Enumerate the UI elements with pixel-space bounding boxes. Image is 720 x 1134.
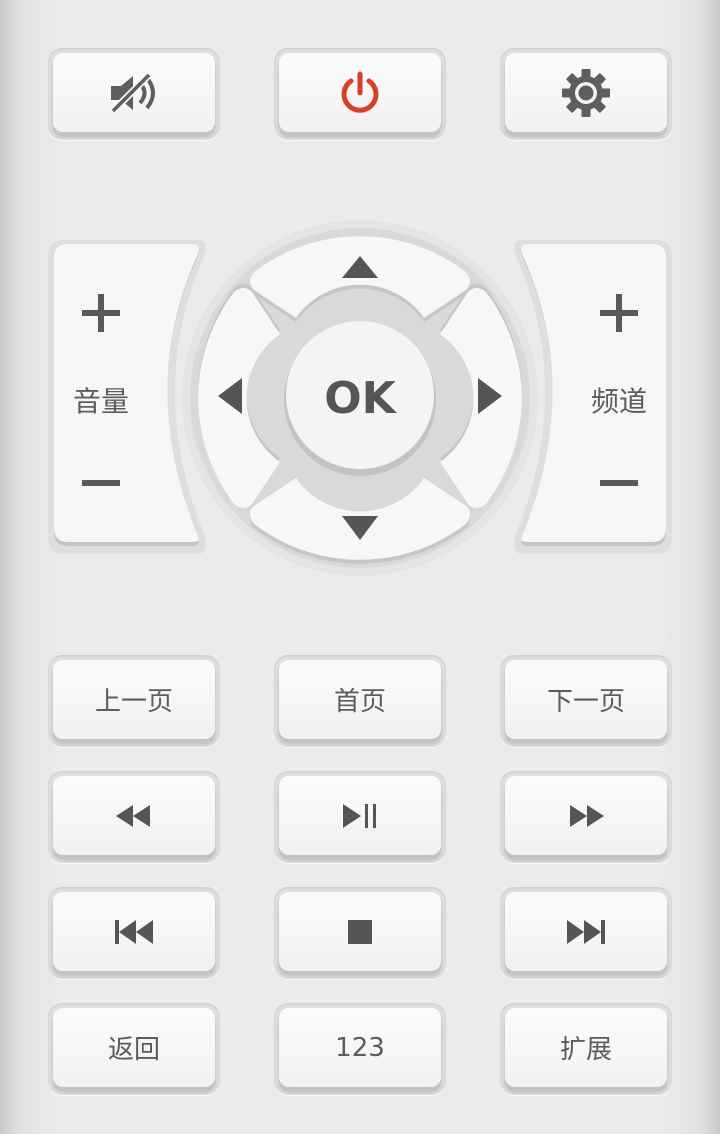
settings-button[interactable] <box>505 53 667 132</box>
plus-icon <box>599 293 639 333</box>
stop-button[interactable] <box>279 892 441 971</box>
numbers-well: 123 <box>274 1003 446 1095</box>
rewind-icon <box>116 804 152 828</box>
skip-next-well <box>500 887 672 979</box>
next-page-well: 下一页 <box>500 655 672 747</box>
play-pause-button[interactable] <box>279 776 441 855</box>
channel-label: 频道 <box>590 385 647 418</box>
dpad-down-button[interactable] <box>260 478 460 558</box>
plus-icon <box>81 293 121 333</box>
power-button[interactable] <box>279 53 441 132</box>
volume-up-button[interactable] <box>51 288 151 338</box>
skip-next-icon <box>566 919 606 945</box>
play-pause-well <box>274 771 446 863</box>
next-page-button[interactable]: 下一页 <box>505 660 667 739</box>
prev-page-button[interactable]: 上一页 <box>53 660 215 739</box>
fast-forward-well <box>500 771 672 863</box>
extend-well: 扩展 <box>500 1003 672 1095</box>
skip-previous-well <box>48 887 220 979</box>
numbers-button[interactable]: 123 <box>279 1008 441 1087</box>
minus-icon <box>81 478 121 488</box>
home-page-button[interactable]: 首页 <box>279 660 441 739</box>
mute-speaker-icon <box>107 72 161 113</box>
dpad-left-button[interactable] <box>200 298 280 498</box>
mute-button-well <box>48 48 220 140</box>
dpad-up-button[interactable] <box>260 238 460 318</box>
skip-next-button[interactable] <box>505 892 667 971</box>
back-button[interactable]: 返回 <box>53 1008 215 1087</box>
mute-button[interactable] <box>53 53 215 132</box>
home-page-well: 首页 <box>274 655 446 747</box>
dpad-right-button[interactable] <box>440 298 520 498</box>
fast-forward-button[interactable] <box>505 776 667 855</box>
stop-icon <box>347 919 373 945</box>
power-icon <box>336 69 384 117</box>
volume-label: 音量 <box>72 385 129 418</box>
channel-up-button[interactable] <box>569 288 669 338</box>
play-pause-icon <box>342 803 378 829</box>
channel-down-button[interactable] <box>569 458 669 508</box>
fast-forward-icon <box>568 804 604 828</box>
minus-icon <box>599 478 639 488</box>
rewind-well <box>48 771 220 863</box>
back-well: 返回 <box>48 1003 220 1095</box>
dpad: OK <box>180 218 540 578</box>
power-button-well <box>274 48 446 140</box>
skip-previous-button[interactable] <box>53 892 215 971</box>
prev-page-well: 上一页 <box>48 655 220 747</box>
volume-down-button[interactable] <box>51 458 151 508</box>
settings-button-well <box>500 48 672 140</box>
stop-well <box>274 887 446 979</box>
extend-button[interactable]: 扩展 <box>505 1008 667 1087</box>
rewind-button[interactable] <box>53 776 215 855</box>
gear-icon <box>561 68 611 118</box>
ok-button[interactable]: OK <box>310 368 410 428</box>
skip-previous-icon <box>114 919 154 945</box>
